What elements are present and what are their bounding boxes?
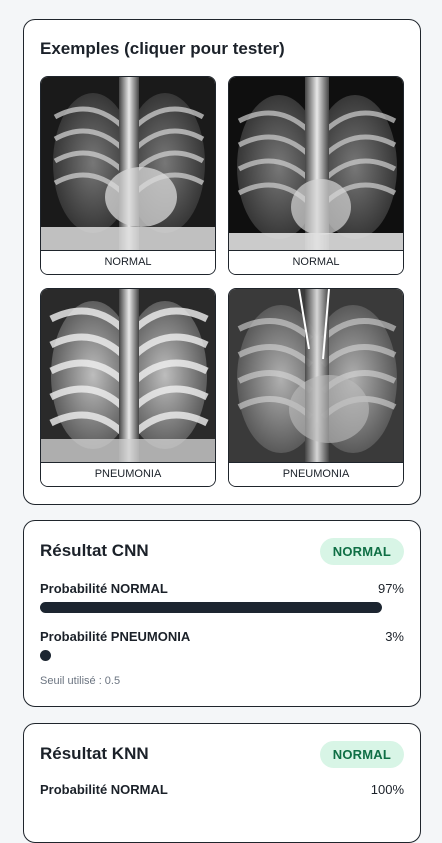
knn-result-card: Résultat KNN NORMAL Probabilité NORMAL 1… [23,723,421,843]
cnn-normal-prob-value: 97% [377,581,404,596]
cnn-pneumonia-prob-label: Probabilité PNEUMONIA [40,629,191,644]
cnn-result-card: Résultat CNN NORMAL Probabilité NORMAL 9… [23,520,421,707]
cnn-result-title: Résultat CNN [40,541,149,560]
example-thumb-normal-1[interactable]: NORMAL [40,76,216,275]
example-caption: PNEUMONIA [229,462,403,486]
cnn-normal-prob-bar [40,602,393,613]
knn-normal-prob-label: Probabilité NORMAL [40,782,168,797]
cnn-pneumonia-prob-fill [40,650,51,661]
example-thumb-normal-2[interactable]: NORMAL [228,76,404,275]
cnn-pneumonia-prob-value: 3% [385,629,404,644]
cnn-prediction-badge: NORMAL [319,538,404,565]
example-caption: NORMAL [41,250,215,274]
knn-prediction-badge: NORMAL [319,741,404,768]
knn-result-title: Résultat KNN [40,744,149,763]
example-thumb-pneumonia-1[interactable]: PNEUMONIA [40,288,216,487]
xray-image [41,77,215,253]
cnn-threshold-note: Seuil utilisé : 0.5 [40,675,121,687]
example-caption: NORMAL [229,250,403,274]
examples-title: Exemples (cliquer pour tester) [40,39,285,58]
example-thumb-pneumonia-2[interactable]: PNEUMONIA [228,288,404,487]
cnn-normal-prob-fill [40,602,383,613]
knn-normal-prob-value: 100% [370,782,404,797]
cnn-normal-prob-label: Probabilité NORMAL [40,581,168,596]
xray-image [229,77,403,253]
cnn-pneumonia-prob-bar [40,650,393,661]
xray-image [229,289,403,465]
xray-image [41,289,215,465]
example-caption: PNEUMONIA [41,462,215,486]
examples-card: Exemples (cliquer pour tester) NORMAL NO… [23,19,421,505]
